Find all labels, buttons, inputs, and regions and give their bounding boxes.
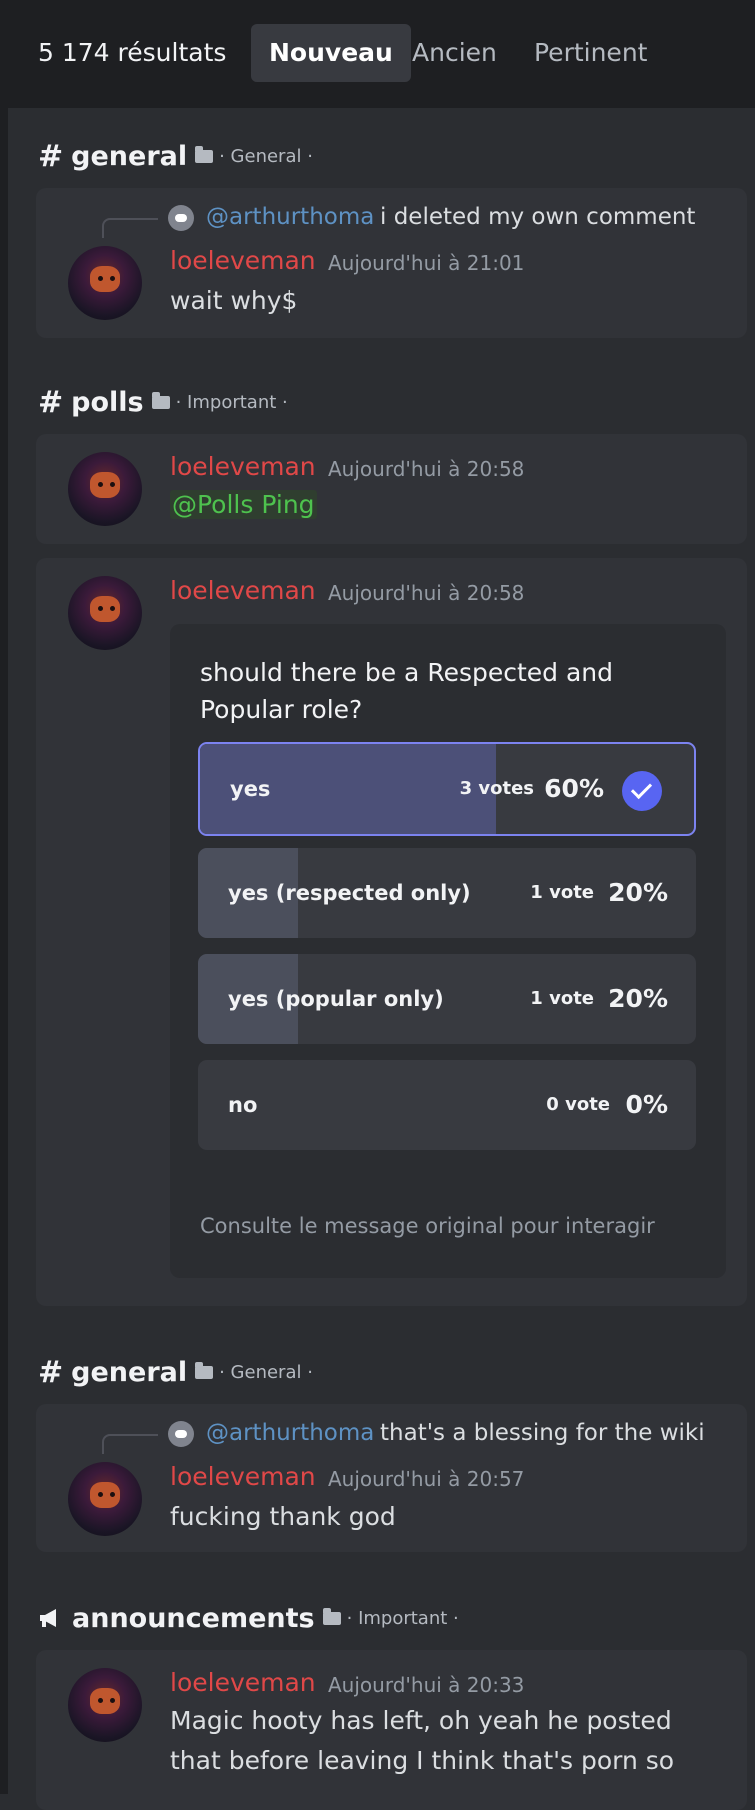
poll-question: should there be a Respected and Popular … [200,658,614,724]
search-result-message[interactable]: loeleveman Aujourd'hui à 20:58 @Polls Pi… [36,434,747,544]
search-result-message[interactable]: @arthurthoma that's a blessing for the w… [36,1404,747,1552]
channel-name: polls [71,386,144,418]
timestamp: Aujourd'hui à 20:58 [328,581,525,605]
poll-option-label: yes (popular only) [228,987,444,1011]
poll-option-percent: 0% [625,1090,668,1119]
check-icon [622,771,662,811]
username[interactable]: loeleveman [170,576,316,605]
message-text-line: that before leaving I think that's porn … [170,1746,675,1775]
reply-mention[interactable]: @arthurthoma [206,204,374,230]
poll: should there be a Respected and Popular … [170,624,726,1278]
message-text-line: Magic hooty has left, oh yeah he posted [170,1706,672,1735]
reply-connector [102,218,158,238]
reply-preview[interactable]: i deleted my own comment [380,204,695,230]
username[interactable]: loeleveman [170,1668,316,1697]
poll-option-percent: 60% [544,774,604,803]
category-label: · Important · [175,391,288,413]
poll-option-votes: 1 vote [530,988,594,1009]
channel-header-general[interactable]: # general · General · [38,1352,313,1392]
timestamp: Aujourd'hui à 20:57 [328,1467,525,1491]
channel-name: announcements [72,1602,315,1634]
hash-icon: # [38,384,64,420]
timestamp: Aujourd'hui à 20:58 [328,457,525,481]
reply-preview[interactable]: that's a blessing for the wiki [380,1420,705,1446]
message-text: fucking thank god [170,1502,396,1531]
folder-icon [322,1607,341,1625]
hash-icon: # [38,138,64,174]
category-label: · Important · [346,1607,459,1629]
channel-name: general [71,1356,188,1388]
reply-connector [102,1434,158,1454]
search-results-header: 5 174 résultats Nouveau Ancien Pertinent [8,0,755,108]
result-count: 5 174 résultats [38,38,227,67]
poll-option[interactable]: yes (respected only) 1 vote 20% [198,848,696,938]
channel-header-announcements[interactable]: announcements · Important · [38,1598,459,1638]
poll-option-votes: 0 vote [546,1094,610,1115]
role-mention[interactable]: @Polls Ping [170,490,317,519]
message-text: wait why$ [170,286,298,315]
poll-option-percent: 20% [608,984,668,1013]
poll-option-votes: 3 votes [459,778,534,799]
discord-reply-icon [168,1421,194,1447]
avatar[interactable] [68,452,142,526]
search-result-message[interactable]: @arthurthoma i deleted my own comment lo… [36,188,747,338]
timestamp: Aujourd'hui à 20:33 [328,1673,525,1697]
megaphone-icon [40,1609,56,1627]
avatar[interactable] [68,1668,142,1742]
poll-option-percent: 20% [608,878,668,907]
category-label: · General · [219,1361,313,1383]
tab-nouveau[interactable]: Nouveau [251,24,411,82]
search-result-message[interactable]: loeleveman Aujourd'hui à 20:58 should th… [36,558,747,1306]
category-label: · General · [219,145,313,167]
tab-pertinent[interactable]: Pertinent [516,24,665,82]
poll-option-votes: 1 vote [530,882,594,903]
avatar[interactable] [68,576,142,650]
window-edge [0,0,8,1794]
poll-option-label: no [228,1093,258,1117]
channel-name: general [71,140,188,172]
reply-mention[interactable]: @arthurthoma [206,1420,374,1446]
username[interactable]: loeleveman [170,246,316,275]
poll-option-label: yes (respected only) [228,881,471,905]
poll-footer: Consulte le message original pour intera… [200,1214,655,1238]
hash-icon: # [38,1354,64,1390]
poll-option[interactable]: no 0 vote 0% [198,1060,696,1150]
search-result-message[interactable]: loeleveman Aujourd'hui à 20:33 Magic hoo… [36,1650,747,1810]
avatar[interactable] [68,1462,142,1536]
timestamp: Aujourd'hui à 21:01 [328,251,525,275]
avatar[interactable] [68,246,142,320]
poll-option-label: yes [230,777,271,801]
folder-icon [151,391,170,409]
poll-option[interactable]: yes 3 votes 60% [198,742,696,836]
poll-option[interactable]: yes (popular only) 1 vote 20% [198,954,696,1044]
username[interactable]: loeleveman [170,1462,316,1491]
username[interactable]: loeleveman [170,452,316,481]
discord-reply-icon [168,205,194,231]
tab-ancien[interactable]: Ancien [394,24,515,82]
folder-icon [195,145,214,163]
channel-header-general[interactable]: # general · General · [38,136,313,176]
channel-header-polls[interactable]: # polls · Important · [38,382,288,422]
folder-icon [195,1361,214,1379]
